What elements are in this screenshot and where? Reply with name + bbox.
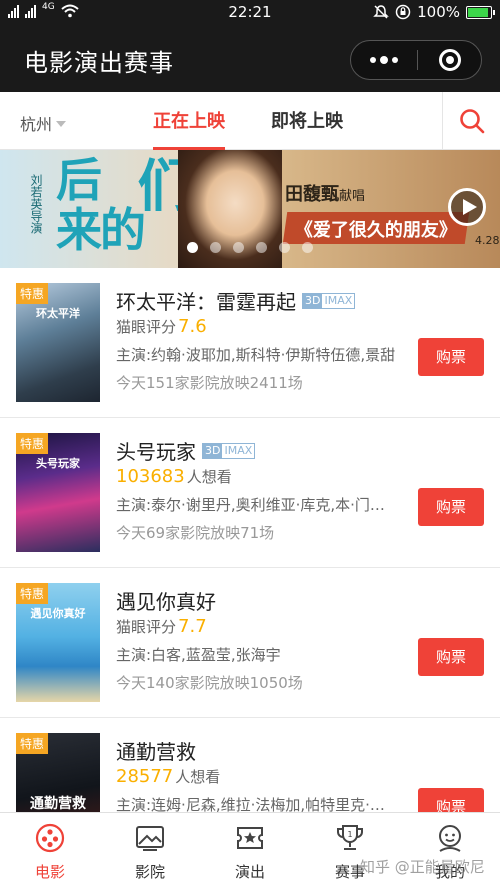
trophy-icon: 1: [337, 825, 363, 850]
movie-cast: 主演:泰尔·谢里丹,奥利维亚·库克,本·门德尔森: [116, 496, 398, 514]
tabbar-label: 电影: [34, 863, 65, 881]
movie-title: 头号玩家: [116, 440, 196, 464]
tabbar-label: 演出: [234, 863, 265, 881]
movie-cast: 主演:约翰·波耶加,斯科特·伊斯特伍德,景甜: [116, 346, 396, 364]
movie-showtimes: 今天69家影院放映71场: [116, 524, 275, 542]
discount-badge: 特惠: [16, 733, 49, 754]
poster-title: 通勤营救: [30, 796, 86, 812]
movie-showtimes: 今天140家影院放映1050场: [116, 674, 303, 692]
movie-title-row: 遇见你真好: [116, 586, 216, 615]
discount-badge: 特惠: [16, 433, 49, 454]
movie-score: 猫眼评分 7.7: [116, 616, 207, 637]
silent-icon: [373, 5, 389, 19]
svg-text:1: 1: [347, 830, 352, 839]
status-right: 100%: [373, 3, 495, 21]
format-badge: 3D IMAX: [302, 292, 356, 309]
miniapp-capsule: [350, 40, 482, 80]
poster-title: 遇见你真好: [30, 607, 86, 620]
cinema-icon: [136, 826, 164, 851]
city-selector[interactable]: 杭州: [20, 111, 67, 135]
movie-item[interactable]: 环太平洋 特惠 环太平洋：雷霆再起 3D IMAX 猫眼评分 7.6 主演:约翰·波…: [0, 268, 500, 418]
banner-title-line1: 后: [56, 153, 102, 207]
status-bar: 4G 22:21 100%: [0, 0, 500, 26]
movie-title-row: 通勤营救: [116, 736, 196, 765]
carousel-dots: [0, 242, 500, 253]
carousel-dot[interactable]: [256, 242, 267, 253]
rotation-lock-icon: [395, 4, 411, 20]
tabbar-item-movie[interactable]: 电影: [0, 813, 100, 888]
carousel-dot[interactable]: [210, 242, 221, 253]
poster-title: 环太平洋: [36, 307, 80, 320]
movie-poster[interactable]: 头号玩家 特惠: [16, 433, 100, 552]
more-dots-icon[interactable]: [351, 41, 417, 79]
movie-showtimes: 今天151家影院放映2411场: [116, 374, 303, 392]
banner-song-title: 《爱了很久的朋友》: [294, 220, 457, 241]
movie-poster[interactable]: 遇见你真好 特惠: [16, 583, 100, 702]
search-icon: [459, 109, 484, 134]
banner-singer-name: 田馥甄: [285, 184, 339, 205]
tabbar-item-cinema[interactable]: 影院: [100, 813, 200, 888]
movie-poster[interactable]: 环太平洋 特惠: [16, 283, 100, 402]
film-reel-icon: [35, 823, 65, 853]
caret-down-icon: [56, 121, 67, 127]
carousel-dot[interactable]: [233, 242, 244, 253]
battery-icon: [466, 5, 495, 19]
movie-title: 通勤营救: [116, 740, 196, 764]
banner-singer: 田馥甄献唱: [285, 180, 365, 206]
tabbar-item-show[interactable]: 演出: [200, 813, 300, 888]
banner-credit: 刘若英导演: [29, 174, 43, 234]
movie-title: 遇见你真好: [116, 590, 216, 614]
play-icon[interactable]: [448, 188, 486, 226]
carousel-dot[interactable]: [187, 242, 198, 253]
movie-item[interactable]: 遇见你真好 特惠 遇见你真好 猫眼评分 7.7 主演:白客,蓝盈莹,张海宇 今天1…: [0, 568, 500, 718]
battery-percent: 100%: [417, 3, 460, 21]
tab-now-showing[interactable]: 正在上映: [153, 107, 225, 133]
movie-title: 环太平洋：雷霆再起: [116, 290, 296, 314]
carousel-dot[interactable]: [279, 242, 290, 253]
movie-want-count: 103683 人想看: [116, 466, 232, 487]
format-badge: 3D IMAX: [202, 442, 256, 459]
movie-cast: 主演:白客,蓝盈莹,张海宇: [116, 646, 281, 664]
movie-title-row: 头号玩家 3D IMAX: [116, 436, 256, 465]
nav-bar: 杭州 正在上映 即将上映: [0, 92, 500, 150]
tab-coming-soon[interactable]: 即将上映: [271, 107, 343, 133]
search-button[interactable]: [442, 92, 500, 150]
banner-song: 《爱了很久的朋友》: [282, 212, 470, 244]
poster-title: 头号玩家: [36, 457, 80, 470]
buy-ticket-button[interactable]: 购票: [418, 338, 484, 376]
movie-score: 猫眼评分 7.6: [116, 316, 207, 337]
buy-ticket-button[interactable]: 购票: [418, 638, 484, 676]
title-bar: 电影演出赛事: [0, 26, 500, 92]
profile-face-icon: [439, 825, 461, 852]
banner-singer-suffix: 献唱: [339, 189, 366, 204]
ticket-star-icon: [237, 827, 263, 849]
movie-title-row: 环太平洋：雷霆再起 3D IMAX: [116, 286, 356, 315]
city-name: 杭州: [20, 115, 53, 134]
miniapp-close-icon[interactable]: [418, 41, 482, 79]
movie-want-count: 28577 人想看: [116, 766, 221, 787]
discount-badge: 特惠: [16, 583, 49, 604]
discount-badge: 特惠: [16, 283, 49, 304]
tabbar-label: 影院: [134, 863, 165, 881]
watermark: 知乎 @正能量欧尼: [360, 858, 485, 876]
movie-item[interactable]: 头号玩家 特惠 头号玩家 3D IMAX 103683 人想看 主演:泰尔·谢里丹,…: [0, 418, 500, 568]
buy-ticket-button[interactable]: 购票: [418, 488, 484, 526]
page-title: 电影演出赛事: [24, 49, 174, 77]
carousel-dot[interactable]: [302, 242, 313, 253]
